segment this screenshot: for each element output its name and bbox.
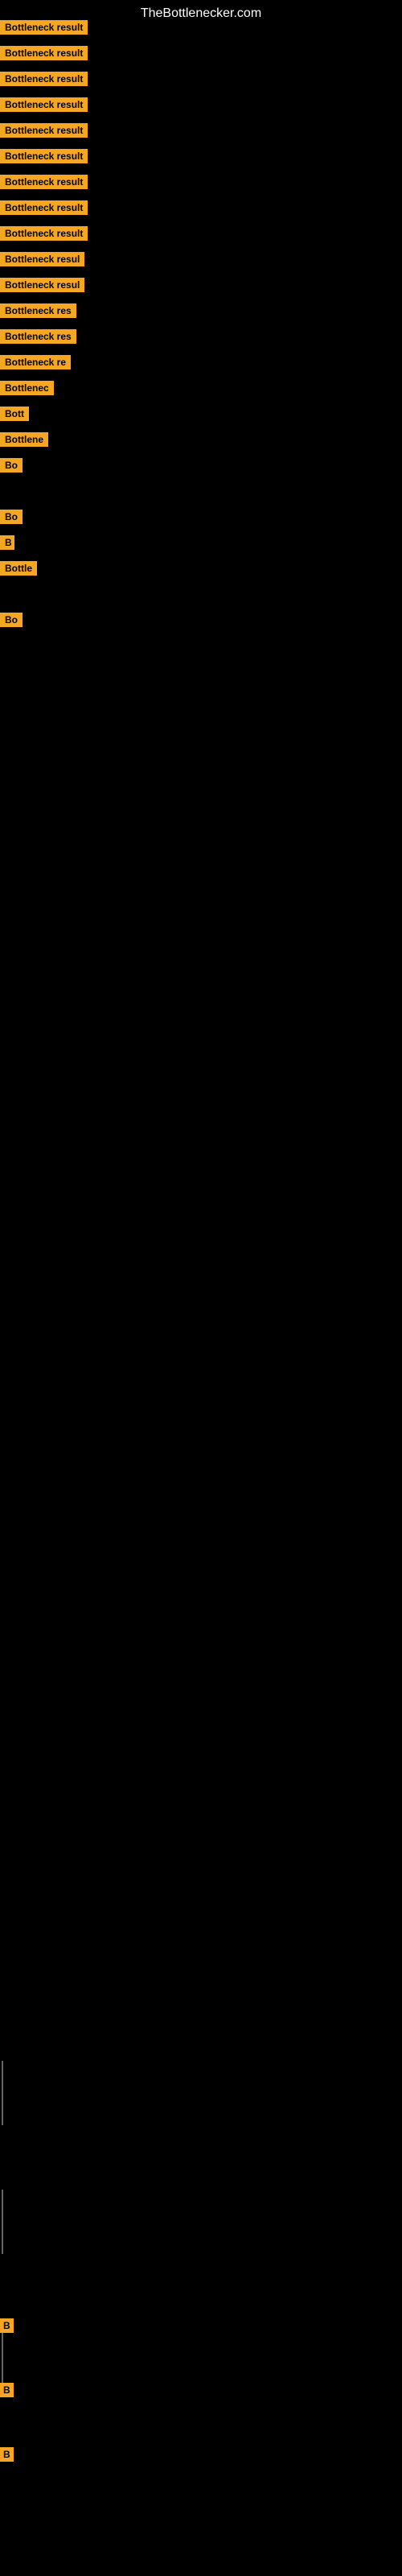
bottleneck-badge-6: Bottleneck result (0, 175, 88, 193)
bottleneck-badge-13: Bottleneck re (0, 355, 71, 374)
small-badge-0: B (0, 2318, 14, 2333)
bottleneck-badge-14: Bottlenec (0, 381, 54, 399)
bottleneck-badge-0: Bottleneck result (0, 20, 88, 39)
vertical-line-0 (2, 2061, 3, 2125)
bottleneck-badge-16: Bottlene (0, 432, 48, 451)
bottleneck-badge-4: Bottleneck result (0, 123, 88, 142)
bottleneck-badge-15: Bott (0, 407, 29, 425)
bottleneck-badge-18: Bo (0, 510, 23, 528)
bottleneck-badge-2: Bottleneck result (0, 72, 88, 90)
bottleneck-badge-9: Bottleneck resul (0, 252, 84, 270)
vertical-line-1 (2, 2190, 3, 2254)
small-badge-2: B (0, 2447, 14, 2462)
bottleneck-badge-19: B (0, 535, 14, 554)
bottleneck-badge-11: Bottleneck res (0, 303, 76, 322)
bottleneck-badge-17: Bo (0, 458, 23, 477)
bottleneck-badge-21: Bo (0, 613, 23, 631)
small-badge-1: B (0, 2383, 14, 2397)
bottleneck-badge-12: Bottleneck res (0, 329, 76, 348)
bottleneck-badge-5: Bottleneck result (0, 149, 88, 167)
bottleneck-badge-10: Bottleneck resul (0, 278, 84, 296)
bottleneck-badge-20: Bottle (0, 561, 37, 580)
bottleneck-badge-7: Bottleneck result (0, 200, 88, 219)
bottleneck-badge-3: Bottleneck result (0, 97, 88, 116)
bottleneck-badge-8: Bottleneck result (0, 226, 88, 245)
bottleneck-badge-1: Bottleneck result (0, 46, 88, 64)
